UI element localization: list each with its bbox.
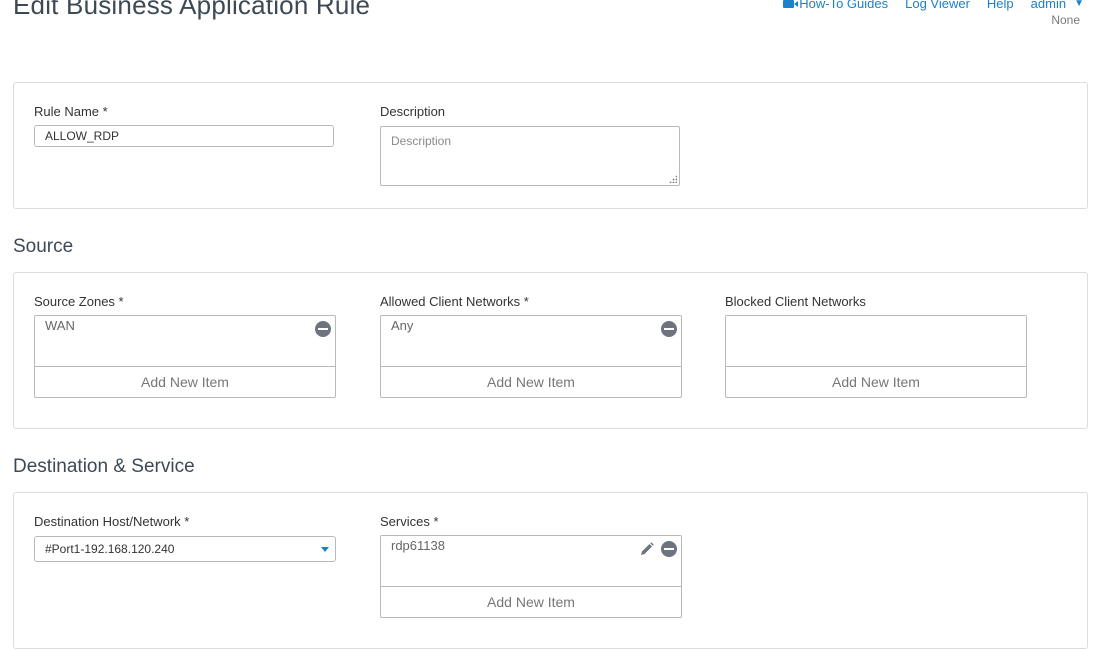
description-textarea[interactable]: Description xyxy=(380,126,680,186)
allowed-client-networks-label: Allowed Client Networks * xyxy=(380,294,529,309)
destination-heading: Destination & Service xyxy=(13,456,195,477)
help-link[interactable]: Help xyxy=(987,0,1014,11)
edit-icon[interactable] xyxy=(639,541,655,557)
user-menu[interactable]: admin ▼ xyxy=(1031,0,1084,11)
add-new-item-button[interactable]: Add New Item xyxy=(35,366,335,397)
add-new-item-button[interactable]: Add New Item xyxy=(381,366,681,397)
resize-grip-icon[interactable] xyxy=(669,175,677,183)
list-item: rdp61138 xyxy=(391,538,445,553)
source-card: Source Zones * WAN Add New Item Allowed … xyxy=(13,272,1088,429)
description-placeholder: Description xyxy=(391,134,452,148)
remove-icon[interactable] xyxy=(661,321,677,337)
rule-name-input[interactable]: ALLOW_RDP xyxy=(34,125,334,147)
status-text: None xyxy=(1051,13,1080,27)
log-viewer-link[interactable]: Log Viewer xyxy=(905,0,970,11)
destination-host-value: #Port1-192.168.120.240 xyxy=(45,542,175,556)
description-label: Description xyxy=(380,104,446,119)
howto-guides-link[interactable]: How-To Guides xyxy=(783,0,888,11)
source-zones-label: Source Zones * xyxy=(34,294,124,309)
blocked-client-networks-list: Add New Item xyxy=(725,315,1027,398)
list-item: WAN xyxy=(45,318,75,333)
allowed-client-networks-list: Any Add New Item xyxy=(380,315,682,398)
general-card: Rule Name * ALLOW_RDP Description Descri… xyxy=(13,82,1088,209)
howto-guides-label: How-To Guides xyxy=(799,0,889,11)
destination-card: Destination Host/Network * #Port1-192.16… xyxy=(13,492,1088,649)
add-new-item-button[interactable]: Add New Item xyxy=(726,366,1026,397)
source-zones-list: WAN Add New Item xyxy=(34,315,336,398)
caret-down-icon: ▼ xyxy=(1074,0,1084,9)
remove-icon[interactable] xyxy=(661,541,677,557)
top-navigation: How-To Guides Log Viewer Help admin ▼ xyxy=(783,0,1084,11)
services-list: rdp61138 Add New Item xyxy=(380,535,682,618)
rule-name-label: Rule Name * xyxy=(34,104,108,119)
blocked-client-networks-label: Blocked Client Networks xyxy=(725,294,866,309)
list-item: Any xyxy=(391,318,414,333)
remove-icon[interactable] xyxy=(315,321,331,337)
user-name: admin xyxy=(1030,0,1067,11)
dropdown-arrow-icon xyxy=(321,547,329,552)
add-new-item-button[interactable]: Add New Item xyxy=(381,586,681,617)
video-icon xyxy=(783,0,799,8)
destination-host-select[interactable]: #Port1-192.168.120.240 xyxy=(34,536,336,562)
destination-host-label: Destination Host/Network * xyxy=(34,514,190,529)
page-title: Edit Business Application Rule xyxy=(13,0,371,20)
source-heading: Source xyxy=(13,236,74,257)
services-label: Services * xyxy=(380,514,439,529)
